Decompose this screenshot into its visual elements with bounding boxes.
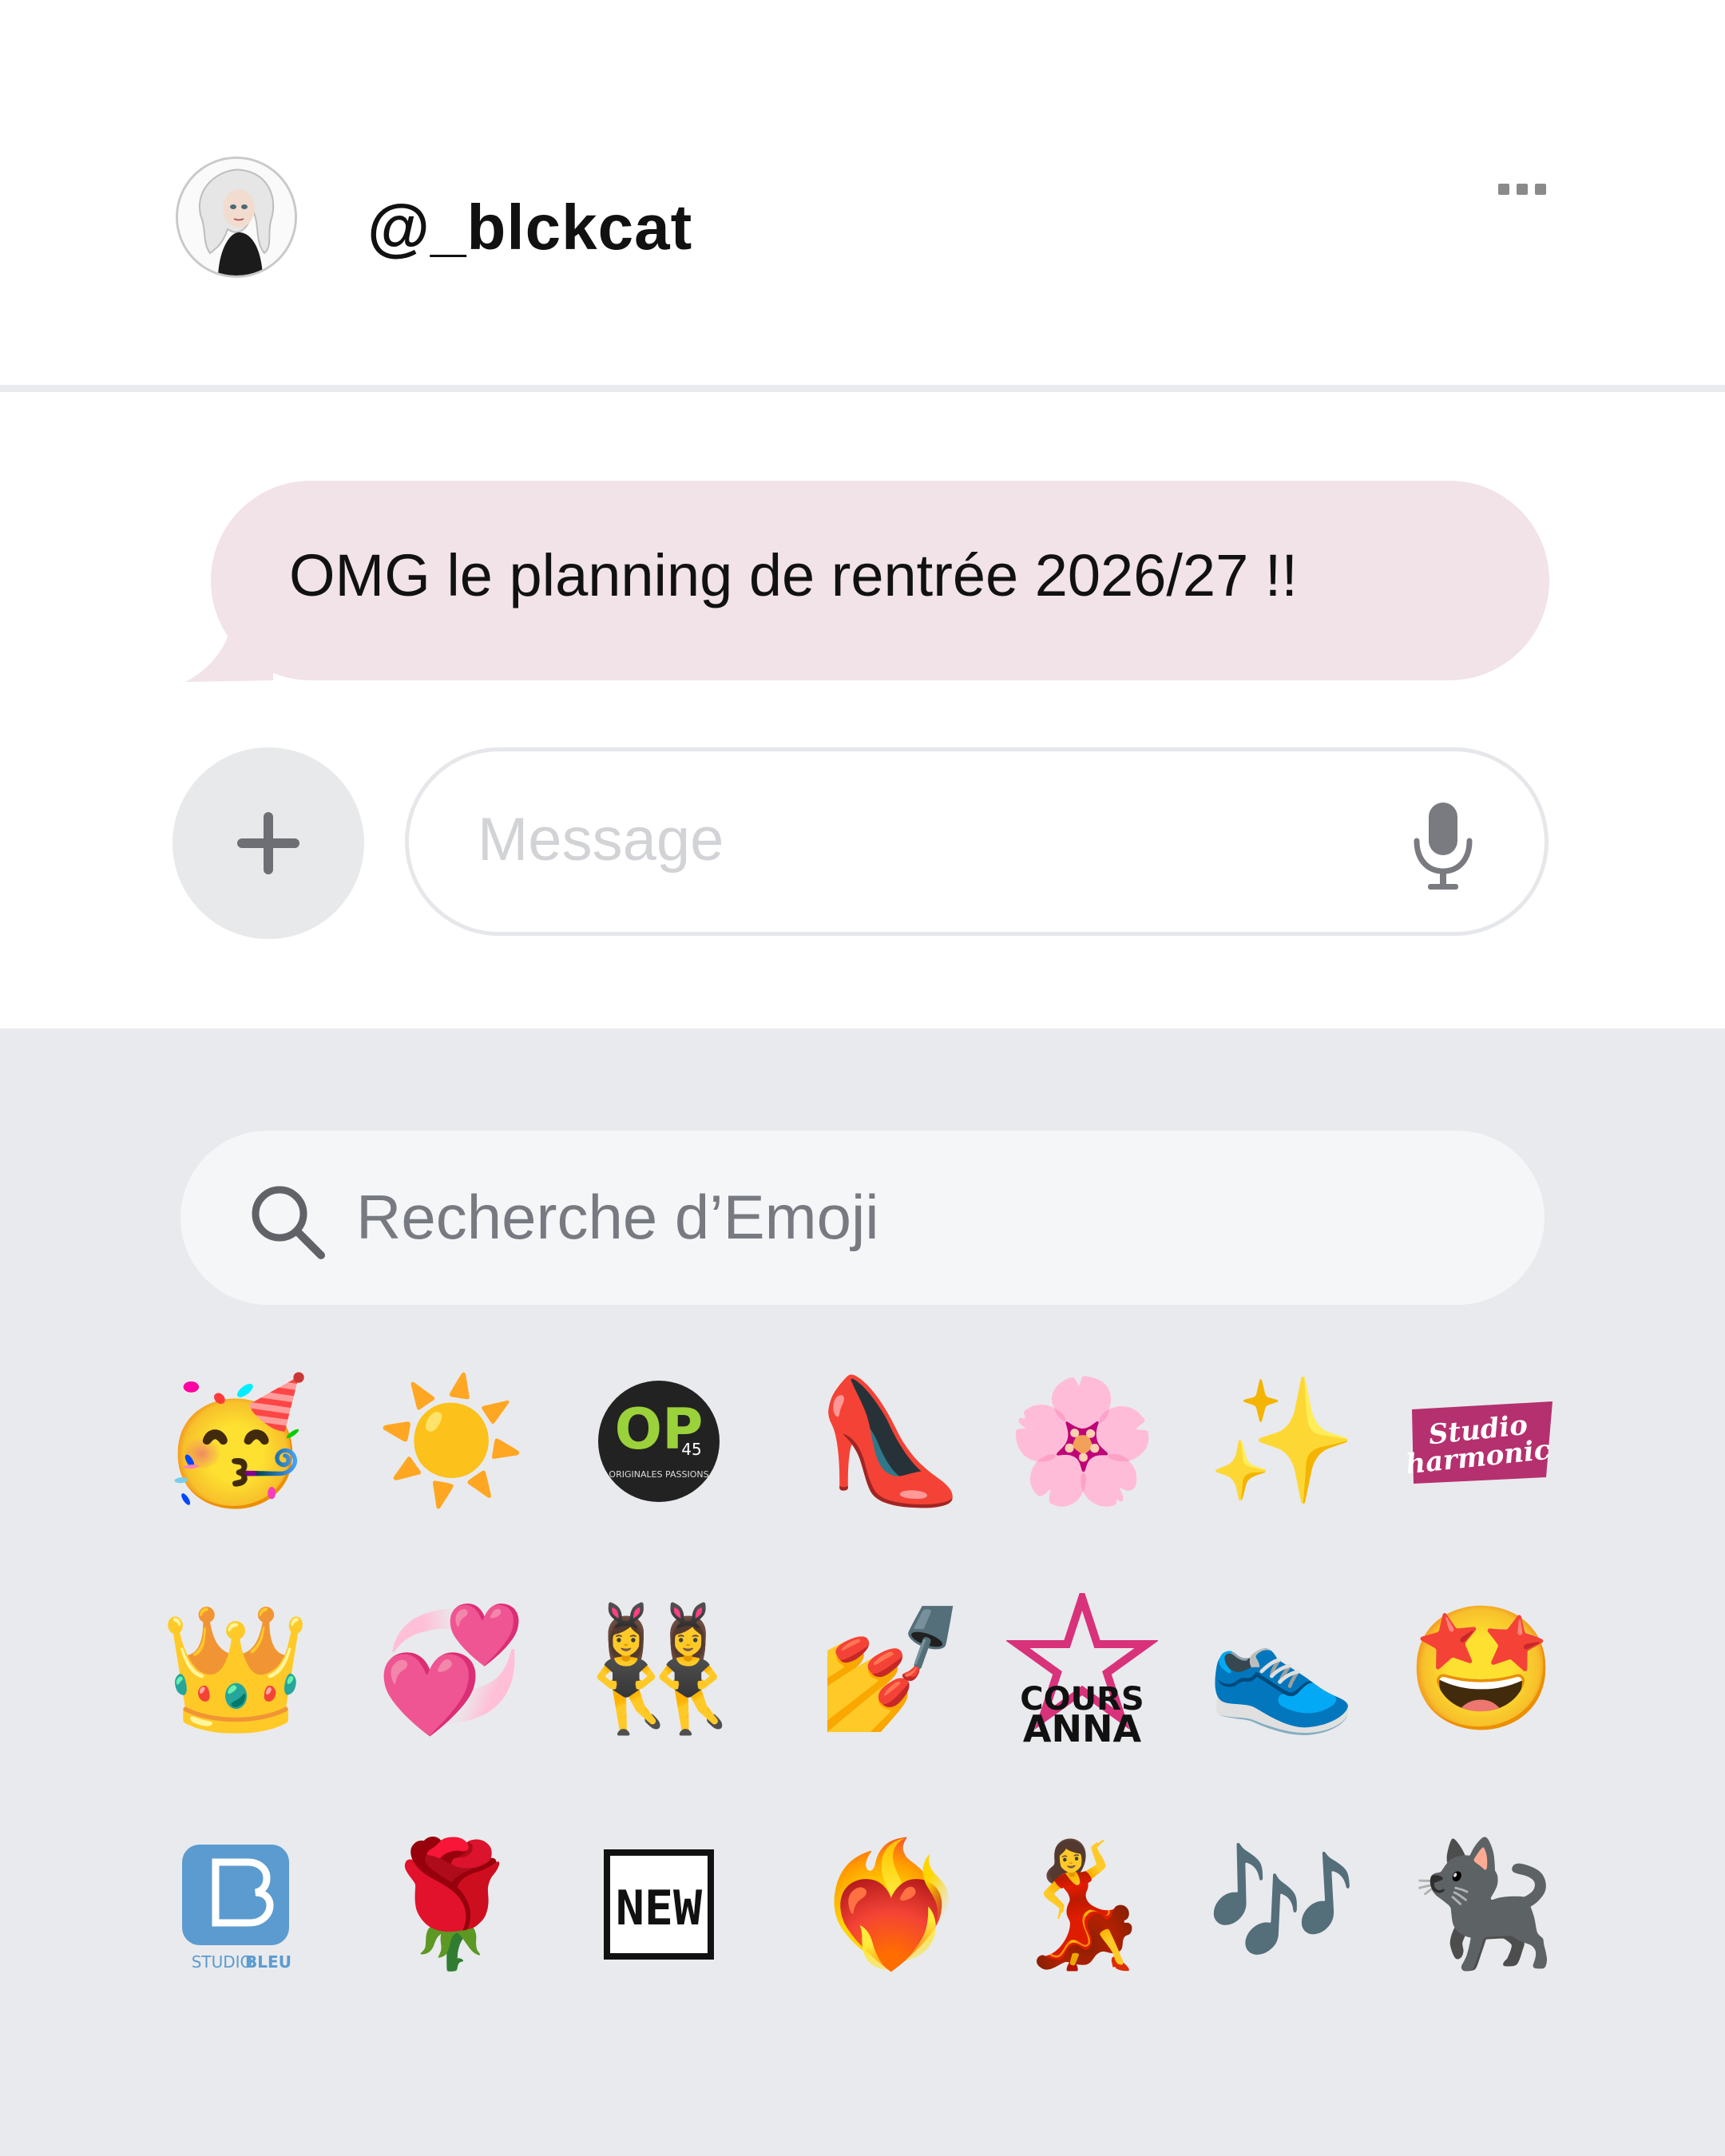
dot (1517, 184, 1528, 195)
header-divider (0, 385, 1725, 392)
cours-anna-logo[interactable]: COURS ANNA (1006, 1593, 1158, 1745)
cours-anna-logo-graphic: COURSANNA (1006, 1593, 1158, 1745)
running-shoe-emoji-glyph: 👟 (1206, 1598, 1358, 1739)
more-options-icon[interactable] (1498, 177, 1554, 201)
avatar[interactable] (176, 157, 297, 278)
nail-polish-emoji-glyph: 💅 (815, 1598, 966, 1739)
studio-bleu-logo-text: STUDIO (192, 1952, 253, 1972)
studio-bleu-logo-graphic: STUDIOBLEU (182, 1845, 291, 1972)
new-logo[interactable]: NEW (583, 1829, 735, 1980)
message-input[interactable]: Message (405, 747, 1549, 936)
dancers-emoji[interactable]: 👯‍♀️ (583, 1593, 735, 1745)
woman-dancing-emoji-glyph: 💃 (1006, 1833, 1158, 1975)
sparkles-emoji-glyph: ✨ (1206, 1370, 1358, 1512)
sun-emoji-glyph: ☀️ (375, 1370, 527, 1512)
studio-harmonic-logo-graphic: Studioharmonic (1406, 1401, 1552, 1484)
black-cat-emoji[interactable]: 🐈‍⬛ (1406, 1829, 1557, 1980)
username: @_blckcat (367, 192, 693, 263)
musical-notes-emoji[interactable]: 🎶 (1206, 1829, 1358, 1980)
dancers-emoji-glyph: 👯‍♀️ (583, 1598, 735, 1739)
partying-face-emoji-glyph: 🥳 (160, 1370, 311, 1512)
dot (1535, 184, 1546, 195)
star-struck-emoji[interactable]: 🤩 (1406, 1593, 1557, 1745)
nail-polish-emoji[interactable]: 💅 (815, 1593, 966, 1745)
rose-emoji-glyph: 🌹 (375, 1833, 527, 1975)
star-struck-emoji-glyph: 🤩 (1406, 1598, 1557, 1739)
black-cat-emoji-glyph: 🐈‍⬛ (1406, 1833, 1557, 1975)
crown-emoji[interactable]: 👑 (160, 1593, 311, 1745)
sun-emoji[interactable]: ☀️ (375, 1365, 527, 1517)
dot (1498, 184, 1509, 195)
sparkles-emoji[interactable]: ✨ (1206, 1365, 1358, 1517)
chat-header: @_blckcat (0, 0, 1725, 385)
heart-on-fire-emoji-glyph: ❤️‍🔥 (815, 1833, 966, 1975)
high-heel-emoji[interactable]: 👠 (815, 1365, 966, 1517)
musical-notes-emoji-glyph: 🎶 (1206, 1833, 1358, 1975)
rose-emoji[interactable]: 🌹 (375, 1829, 527, 1980)
op45-originales-passions-logo[interactable]: OP 45 ORIGINALES PASSIONS (583, 1365, 735, 1517)
message-text: OMG le planning de rentrée 2026/27 !! (289, 542, 1298, 608)
cherry-blossom-emoji[interactable]: 🌸 (1006, 1365, 1158, 1517)
cours-anna-logo-sub: ANNA (1023, 1707, 1142, 1745)
microphone-icon[interactable] (1407, 799, 1479, 892)
revolving-hearts-emoji-glyph: 💞 (375, 1598, 527, 1739)
cherry-blossom-emoji-glyph: 🌸 (1006, 1370, 1158, 1512)
op45-originales-passions-logo-caption: ORIGINALES PASSIONS (609, 1469, 708, 1480)
studio-harmonic-logo[interactable]: Studio harmonic (1406, 1365, 1557, 1517)
heart-on-fire-emoji[interactable]: ❤️‍🔥 (815, 1829, 966, 1980)
op45-originales-passions-logo-graphic: OP45ORIGINALES PASSIONS (598, 1381, 720, 1502)
studio-bleu-logo-sub: BLEU (245, 1952, 291, 1972)
op45-originales-passions-logo-sub: 45 (681, 1440, 701, 1459)
avatar-illustration (178, 159, 295, 275)
crown-emoji-glyph: 👑 (160, 1598, 311, 1739)
woman-dancing-emoji[interactable]: 💃 (1006, 1829, 1158, 1980)
emoji-search-placeholder: Recherche d’Emoji (356, 1182, 879, 1252)
new-logo-graphic: NEW (604, 1849, 714, 1960)
message-placeholder: Message (478, 806, 724, 874)
emoji-search-input[interactable]: Recherche d’Emoji (180, 1131, 1545, 1305)
plus-icon (237, 812, 299, 874)
running-shoe-emoji[interactable]: 👟 (1206, 1593, 1358, 1745)
add-attachment-button[interactable] (172, 747, 364, 939)
revolving-hearts-emoji[interactable]: 💞 (375, 1593, 527, 1745)
search-icon (252, 1186, 325, 1259)
high-heel-emoji-glyph: 👠 (815, 1370, 966, 1512)
new-logo-text: NEW (616, 1881, 703, 1936)
partying-face-emoji[interactable]: 🥳 (160, 1365, 311, 1517)
studio-bleu-logo[interactable]: STUDIO BLEU (160, 1829, 311, 1980)
